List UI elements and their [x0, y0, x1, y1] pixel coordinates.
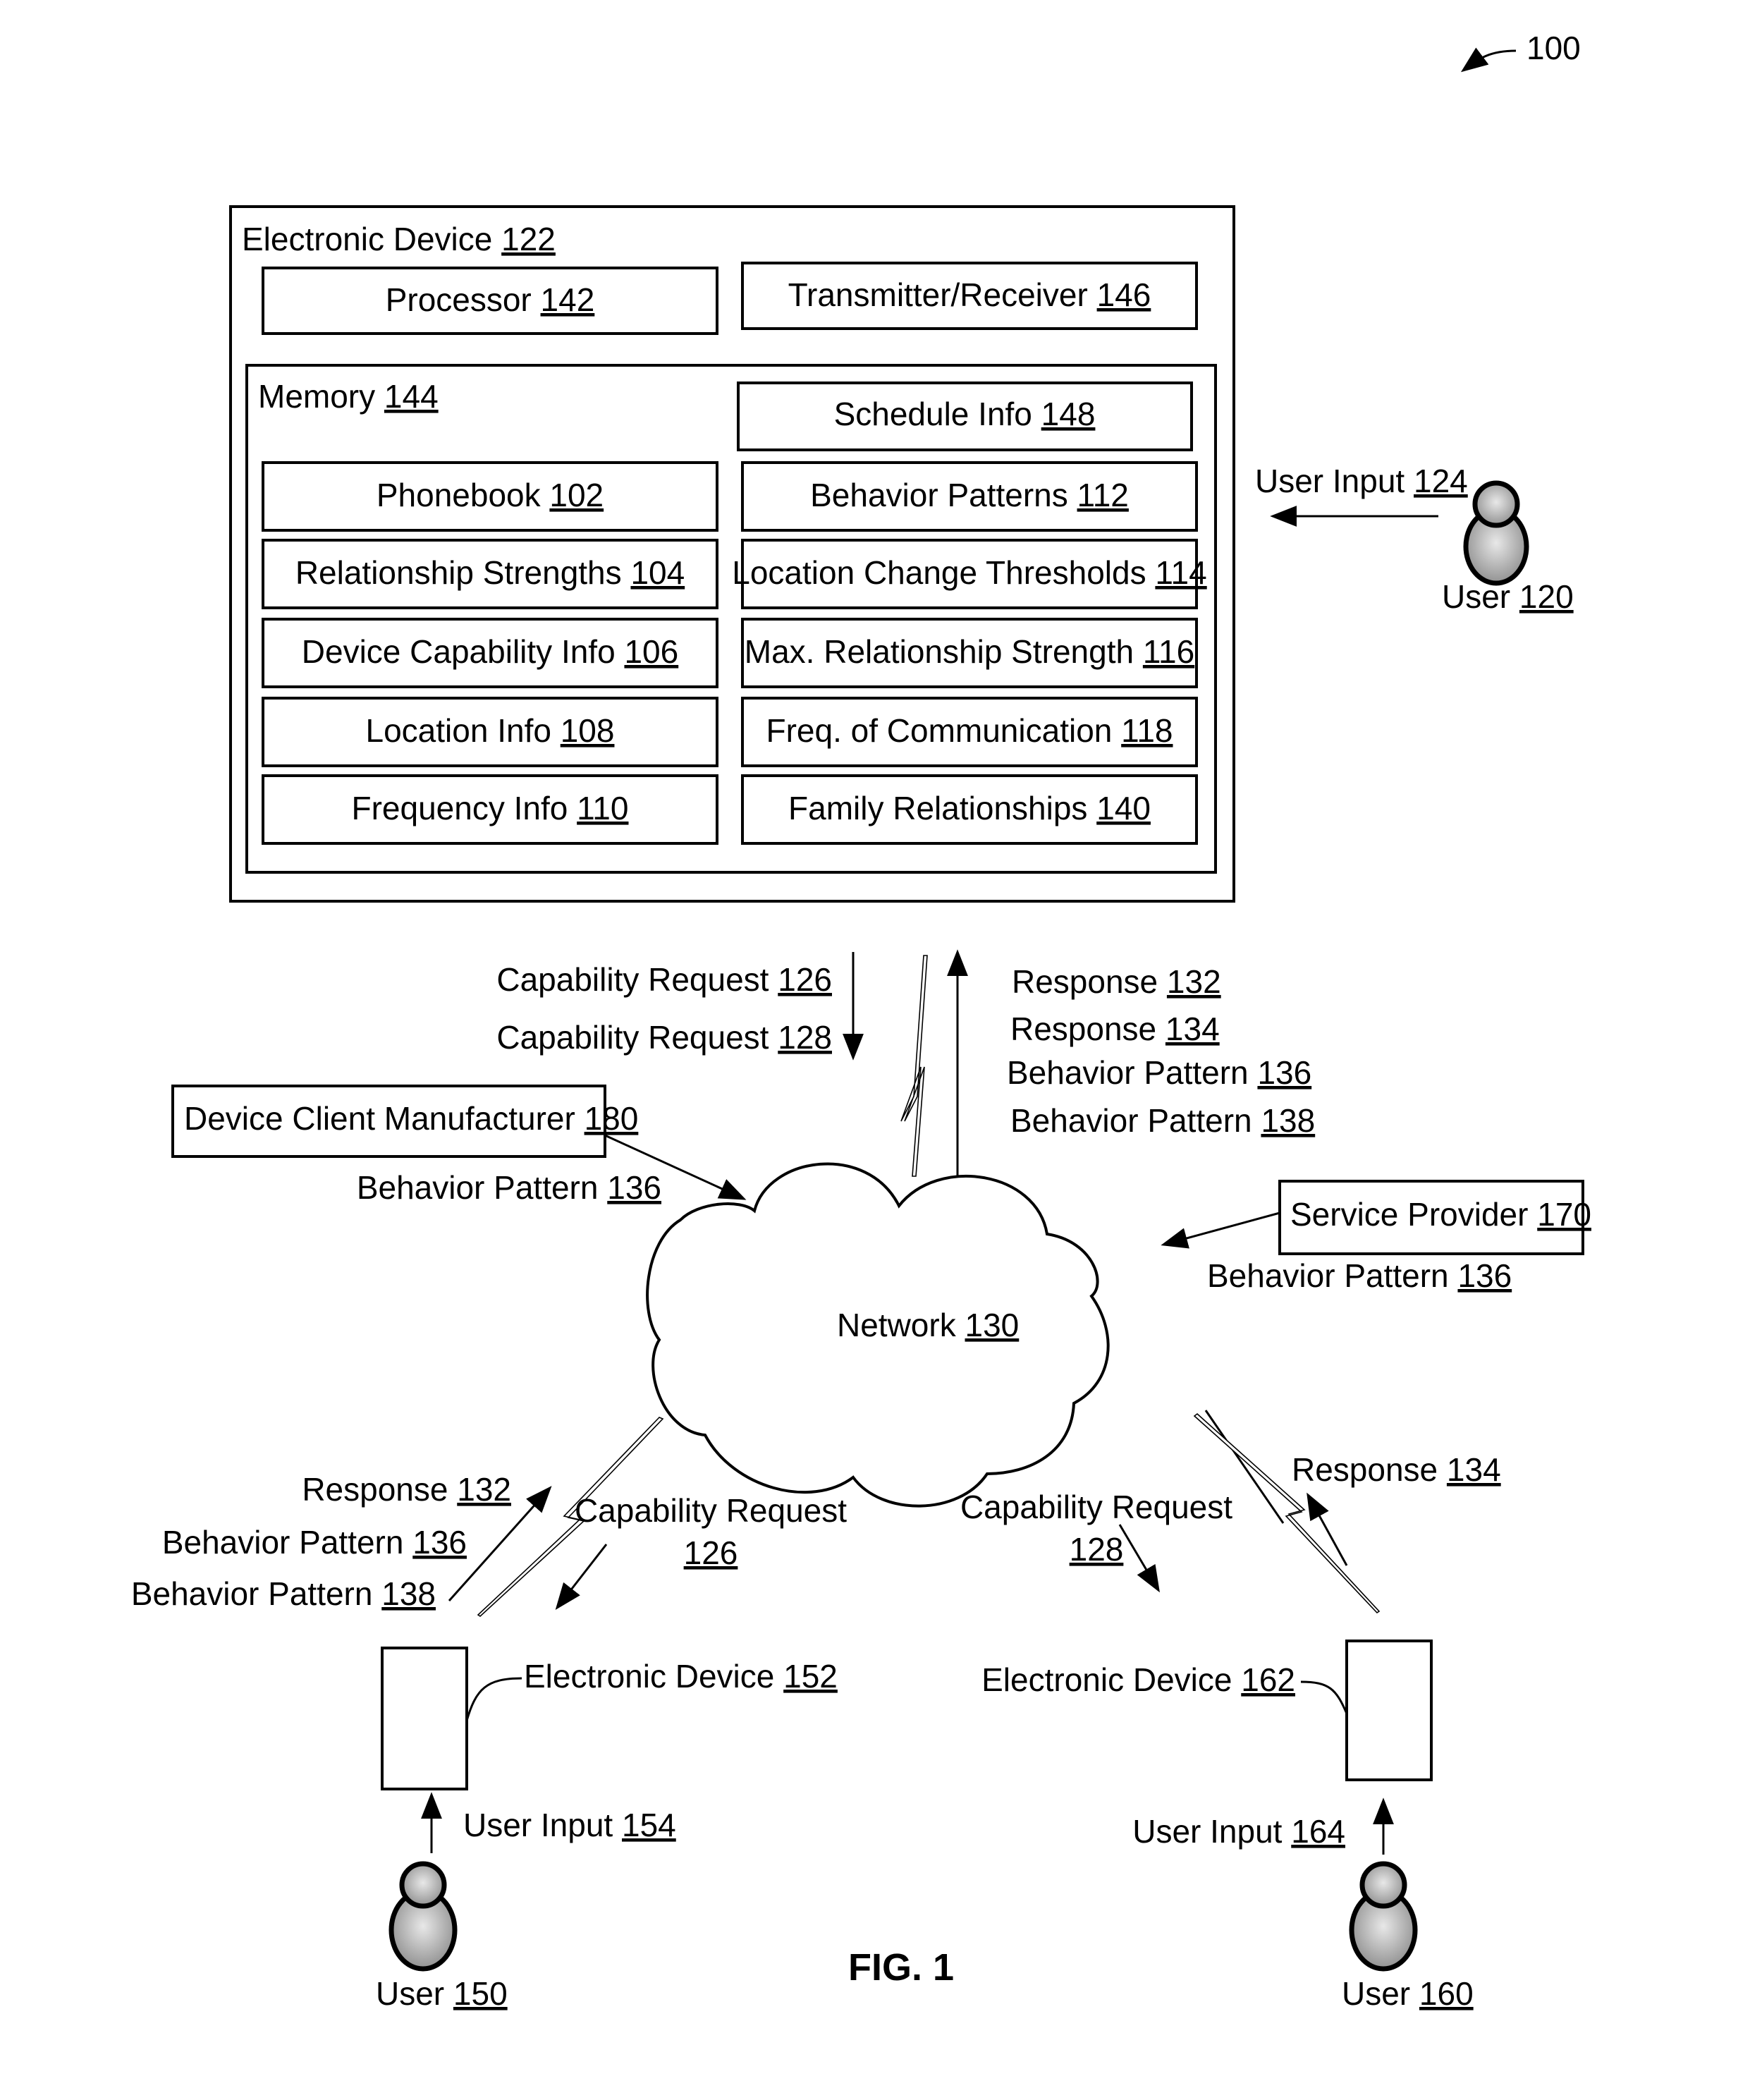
memory-item-label: Max. Relationship Strength 116	[745, 633, 1194, 670]
memory-item-label: Device Capability Info 106	[302, 633, 678, 670]
user-120-icon	[1463, 480, 1529, 586]
user-120-label: User 120	[1442, 578, 1574, 615]
figure-ref-label: 100	[1526, 30, 1581, 66]
resp-132-left: Response 132	[302, 1471, 511, 1508]
sp-bp-136: Behavior Pattern 136	[1207, 1257, 1512, 1294]
electronic-device-152: Electronic Device 152 User Input 154 Use…	[376, 1647, 838, 2012]
user-120-group: User Input 124 User 120	[1255, 463, 1574, 615]
device-152-label: Electronic Device 152	[524, 1658, 838, 1695]
electronic-device-162: Electronic Device 162 User Input 164 Use…	[981, 1640, 1474, 2012]
device-162-label: Electronic Device 162	[981, 1661, 1295, 1698]
cap-req-right-label: Capability Request	[960, 1489, 1232, 1525]
cap-req-left-label: Capability Request	[575, 1492, 847, 1529]
device-162-leader	[1300, 1680, 1348, 1714]
down-arrow-right	[1118, 1524, 1160, 1593]
memory-item-label: Phonebook 102	[377, 477, 604, 513]
memory-item-label: Location Change Thresholds 114	[732, 554, 1206, 591]
device-162-box	[1345, 1640, 1433, 1781]
memory-item-label: Frequency Info 110	[352, 790, 629, 826]
memory-item-label: Behavior Patterns 112	[810, 477, 1129, 513]
device-152-leader	[465, 1677, 522, 1721]
figure-ref-100: 100	[1460, 30, 1581, 73]
user-150-icon	[388, 1861, 458, 1972]
processor-label: Processor 142	[386, 281, 595, 318]
electronic-device-122: Electronic Device 122 Processor 142 Tran…	[229, 205, 1235, 903]
bp-136-left: Behavior Pattern 136	[162, 1524, 467, 1561]
system-diagram: 100 Electronic Device 122 Processor 142 …	[131, 30, 1591, 2012]
user-input-164-label: User Input 164	[1132, 1813, 1345, 1850]
resp-134-top: Response 134	[1010, 1011, 1220, 1047]
resp-134-right: Response 134	[1292, 1451, 1501, 1488]
resp-132-top: Response 132	[1012, 963, 1221, 1000]
cap-req-126-top: Capability Request 126	[496, 961, 832, 998]
device-client-manufacturer: Device Client Manufacturer 180 Behavior …	[171, 1085, 747, 1206]
transceiver-label: Transmitter/Receiver 146	[788, 276, 1151, 313]
top-link: Capability Request 126 Capability Reques…	[496, 949, 1315, 1181]
ref-arrow-icon	[1460, 47, 1517, 73]
memory-title: Memory 144	[258, 378, 439, 415]
bp-136-top: Behavior Pattern 136	[1007, 1054, 1311, 1091]
user-input-124-label: User Input 124	[1255, 463, 1468, 499]
cap-req-128-top: Capability Request 128	[496, 1019, 832, 1056]
service-provider-arrow	[1161, 1211, 1280, 1249]
dcm-bp-136: Behavior Pattern 136	[357, 1169, 661, 1206]
schedule-info-label: Schedule Info 148	[834, 396, 1096, 432]
service-provider-label: Service Provider 170	[1290, 1196, 1591, 1233]
network-130: Network 130	[646, 1162, 1110, 1508]
memory-item-label: Relationship Strengths 104	[295, 554, 685, 591]
user-input-154-label: User Input 154	[463, 1807, 676, 1843]
device-152-box	[381, 1647, 468, 1790]
wireless-link-top-icon	[900, 955, 928, 1177]
down-arrow-left	[555, 1544, 608, 1610]
bp-138-top: Behavior Pattern 138	[1010, 1102, 1315, 1139]
service-provider: Service Provider 170 Behavior Pattern 13…	[1161, 1180, 1591, 1294]
network-label: Network 130	[837, 1307, 1019, 1343]
user-160-label: User 160	[1342, 1975, 1474, 2012]
memory-item-label: Family Relationships 140	[788, 790, 1151, 826]
device-122-title: Electronic Device 122	[242, 221, 556, 257]
user-150-label: User 150	[376, 1975, 508, 2012]
dcm-label: Device Client Manufacturer 180	[184, 1100, 638, 1137]
cap-req-right-num: 128	[1070, 1531, 1124, 1568]
user-160-icon	[1349, 1861, 1418, 1972]
memory-item-label: Location Info 108	[366, 712, 615, 749]
cap-req-left-num: 126	[684, 1534, 738, 1571]
bp-138-left: Behavior Pattern 138	[131, 1575, 436, 1612]
memory-item-label: Freq. of Communication 118	[766, 712, 1173, 749]
figure-caption: FIG. 1	[848, 1946, 954, 1989]
